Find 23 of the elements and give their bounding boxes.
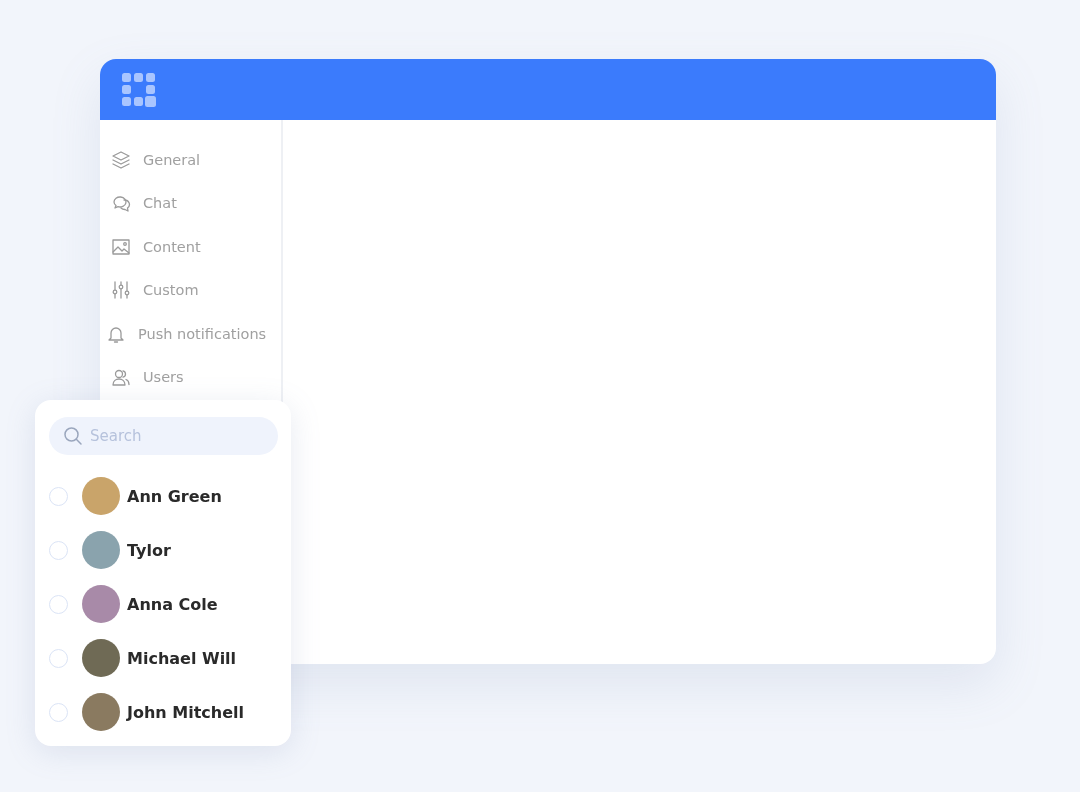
user-name[interactable]: Tylor: [127, 540, 171, 560]
sidebar-item[interactable]: Chat: [100, 181, 281, 225]
sidebar-item[interactable]: General: [100, 138, 281, 182]
sidebar-item[interactable]: Push notifications: [100, 312, 281, 356]
avatar-placeholder: [82, 477, 120, 515]
avatar-placeholder: [82, 585, 120, 623]
users-icon: [111, 367, 131, 388]
avatar-placeholder: [82, 639, 120, 677]
chat-bubbles-icon: [111, 193, 131, 214]
avatar-placeholder: [82, 531, 120, 569]
sidebar-item[interactable]: Custom: [100, 268, 281, 312]
user-name[interactable]: Ann Green: [127, 486, 222, 506]
user-name[interactable]: Anna Cole: [127, 594, 218, 614]
user-name[interactable]: John Mitchell: [127, 702, 245, 722]
sliders-icon: [111, 280, 131, 301]
sidebar-item[interactable]: Content: [100, 225, 281, 269]
app-grid-icon: [122, 72, 156, 107]
layers-icon: [111, 149, 131, 170]
avatar-placeholder: [82, 693, 120, 731]
sidebar-item[interactable]: Users: [100, 355, 281, 399]
user-name[interactable]: Michael Will: [127, 648, 237, 668]
image-icon: [111, 236, 131, 257]
search-field[interactable]: Search: [49, 417, 278, 455]
